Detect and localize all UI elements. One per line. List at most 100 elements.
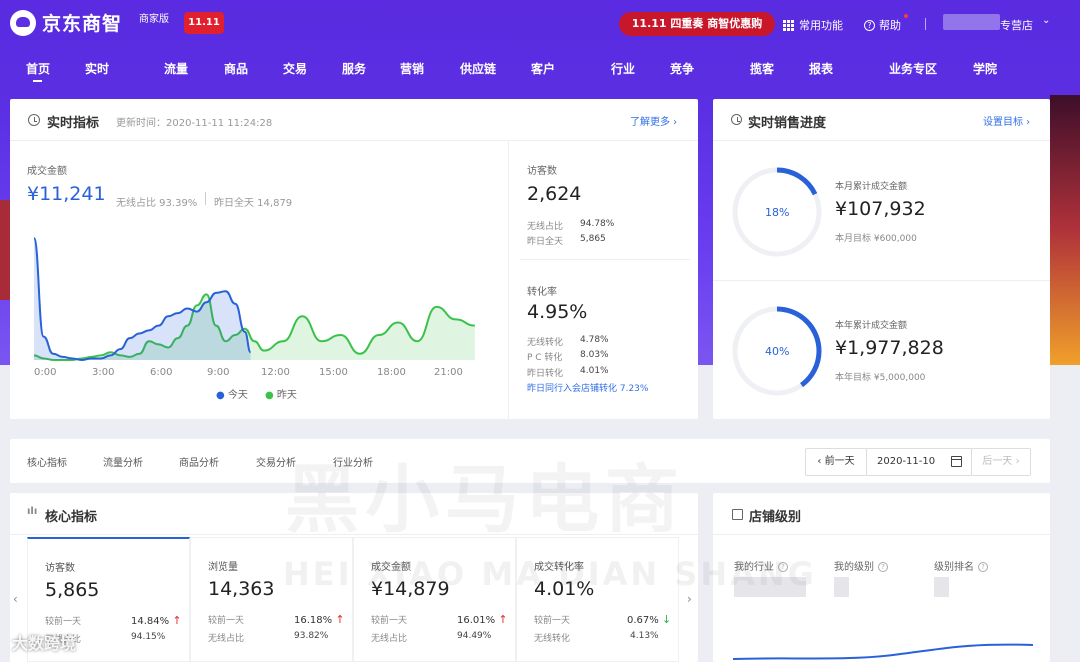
legend-yesterday[interactable]: ● 昨天: [265, 386, 297, 401]
realtime-title: 实时指标: [47, 116, 100, 131]
metric-compare-label: 较前一天: [371, 616, 408, 626]
promo-button[interactable]: 11.11 四重奏 商智优惠购: [619, 12, 775, 36]
nav-item-trade[interactable]: 交易: [283, 60, 307, 77]
store-name-blurred: [943, 14, 1000, 30]
nav-item-service[interactable]: 服务: [342, 60, 366, 77]
yesterday-conversion-label: 昨日转化: [527, 369, 564, 379]
divider: [713, 280, 1050, 281]
divider: [508, 141, 509, 419]
common-features-label: 常用功能: [799, 19, 843, 32]
calendar-icon[interactable]: [951, 456, 962, 467]
x-tick-label: 9:00: [207, 367, 230, 378]
logo-icon: [10, 9, 36, 36]
arrow-up-icon: ↑: [335, 613, 345, 626]
legend-today-label: 今天: [227, 390, 248, 401]
bar-chart-icon: ılı: [27, 506, 38, 517]
nav-item-realtime[interactable]: 实时: [85, 60, 109, 77]
month-target: 本月目标 ¥600,000: [835, 234, 917, 244]
metric-title: 访客数: [45, 563, 75, 574]
wireless-conversion-value: 4.78%: [580, 335, 609, 345]
watermark-pinyin: HEI XIAO MA DIAN SHANG: [283, 555, 817, 593]
x-tick-label: 18:00: [377, 367, 406, 378]
yesterday-conversion-value: 4.01%: [580, 366, 609, 376]
level-trend-line: [733, 643, 1033, 660]
logo-text: 京东商智: [42, 13, 123, 35]
metric-compare-value: 16.01% ↑: [457, 613, 508, 626]
metric-compare-label: 较前一天: [45, 617, 82, 627]
year-cumulative-value: ¥1,977,828: [835, 337, 944, 359]
target-icon: [731, 114, 742, 125]
chevron-right-icon[interactable]: ›: [687, 592, 692, 606]
logo[interactable]: 京东商智: [10, 9, 122, 36]
metric-compare-number: 0.67%: [627, 615, 659, 626]
trend-line: [733, 643, 1033, 660]
tab-product-analysis[interactable]: 商品分析: [179, 454, 219, 469]
metric-compare-value: 16.18% ↑: [294, 613, 345, 626]
gmv-wireless-ratio: 无线占比 93.39%: [116, 198, 198, 209]
clock-icon: [28, 114, 40, 126]
series-area-yesterday: [34, 294, 475, 360]
x-tick-label: 0:00: [34, 367, 57, 378]
nav-item-industry[interactable]: 行业: [611, 60, 635, 77]
nav-item-competition[interactable]: 竞争: [670, 60, 694, 77]
promo-banner-right: [1050, 95, 1080, 365]
question-icon[interactable]: ?: [878, 562, 888, 572]
arrow-down-icon: ↓: [661, 613, 672, 626]
realtime-chart: [34, 237, 475, 362]
store-level-header: 店铺级别: [713, 493, 1050, 535]
nav-item-customer[interactable]: 客户: [531, 60, 555, 77]
nav-item-supply-chain[interactable]: 供应链: [460, 60, 496, 77]
set-target-link[interactable]: 设置目标 ›: [983, 113, 1030, 128]
metric-wireless-value: 4.13%: [630, 631, 659, 641]
industry-conversion-link[interactable]: 昨日同行入会店铺转化 7.23%: [527, 381, 648, 394]
divider: [205, 192, 206, 205]
year-cumulative-label: 本年累计成交金额: [835, 321, 908, 331]
legend-today[interactable]: ● 今天: [216, 386, 248, 401]
nav-item-business-zone[interactable]: 业务专区: [889, 60, 937, 77]
metric-wireless-value: 94.15%: [131, 632, 166, 642]
nav-item-product[interactable]: 商品: [224, 60, 248, 77]
store-name[interactable]: 专营店: [1000, 17, 1033, 33]
learn-more-link[interactable]: 了解更多 ›: [630, 113, 677, 128]
x-tick-label: 12:00: [261, 367, 290, 378]
prev-day-button[interactable]: ‹ 前一天: [805, 448, 867, 476]
series-area-today: [34, 238, 251, 360]
nav-item-traffic[interactable]: 流量: [164, 60, 188, 77]
help-button[interactable]: ? 帮助: [864, 17, 901, 33]
main-nav: 首页 实时 流量 商品 交易 服务 营销 供应链 客户 行业 竞争 揽客 报表 …: [0, 60, 1080, 84]
month-cumulative-value: ¥107,932: [835, 198, 926, 220]
store-level-title: 店铺级别: [749, 510, 802, 525]
notification-dot: [904, 14, 908, 18]
pc-conversion-value: 8.03%: [580, 350, 609, 360]
tab-core-metrics[interactable]: 核心指标: [27, 454, 67, 469]
next-day-button[interactable]: 后一天 ›: [971, 448, 1031, 476]
metric-title: 浏览量: [208, 562, 238, 573]
x-tick-label: 15:00: [319, 367, 348, 378]
arrow-up-icon: ↑: [172, 614, 182, 627]
common-features-button[interactable]: 常用功能: [783, 17, 843, 33]
visitors-wireless-label: 无线占比: [527, 222, 564, 232]
metric-compare-number: 14.84%: [131, 616, 170, 627]
metric-compare-label: 较前一天: [534, 616, 571, 626]
conversion-value: 4.95%: [527, 301, 588, 323]
nav-item-marketing[interactable]: 营销: [400, 60, 424, 77]
question-icon[interactable]: ?: [978, 562, 988, 572]
metric-wireless-label: 无线占比: [208, 634, 245, 644]
tab-traffic-analysis[interactable]: 流量分析: [103, 454, 143, 469]
chevron-down-icon[interactable]: ⌄: [1042, 15, 1050, 26]
level-rank-text: 级别排名: [934, 562, 974, 573]
nav-item-academy[interactable]: 学院: [973, 60, 997, 77]
arrow-up-icon: ↑: [498, 613, 508, 626]
month-cumulative-label: 本月累计成交金额: [835, 182, 908, 192]
gmv-value: ¥11,241: [27, 183, 106, 205]
chevron-left-icon[interactable]: ‹: [13, 592, 18, 606]
year-progress-percent: 40%: [765, 345, 790, 358]
nav-item-home[interactable]: 首页: [26, 60, 50, 77]
double-eleven-badge: 11.11: [184, 12, 224, 34]
nav-item-reports[interactable]: 报表: [809, 60, 833, 77]
level-value-blurred: [834, 577, 849, 597]
watermark: 黑小马电商: [285, 457, 685, 543]
nav-item-acquisition[interactable]: 揽客: [750, 60, 774, 77]
metric-compare-value: 0.67% ↓: [627, 613, 671, 626]
year-target: 本年目标 ¥5,000,000: [835, 373, 926, 383]
